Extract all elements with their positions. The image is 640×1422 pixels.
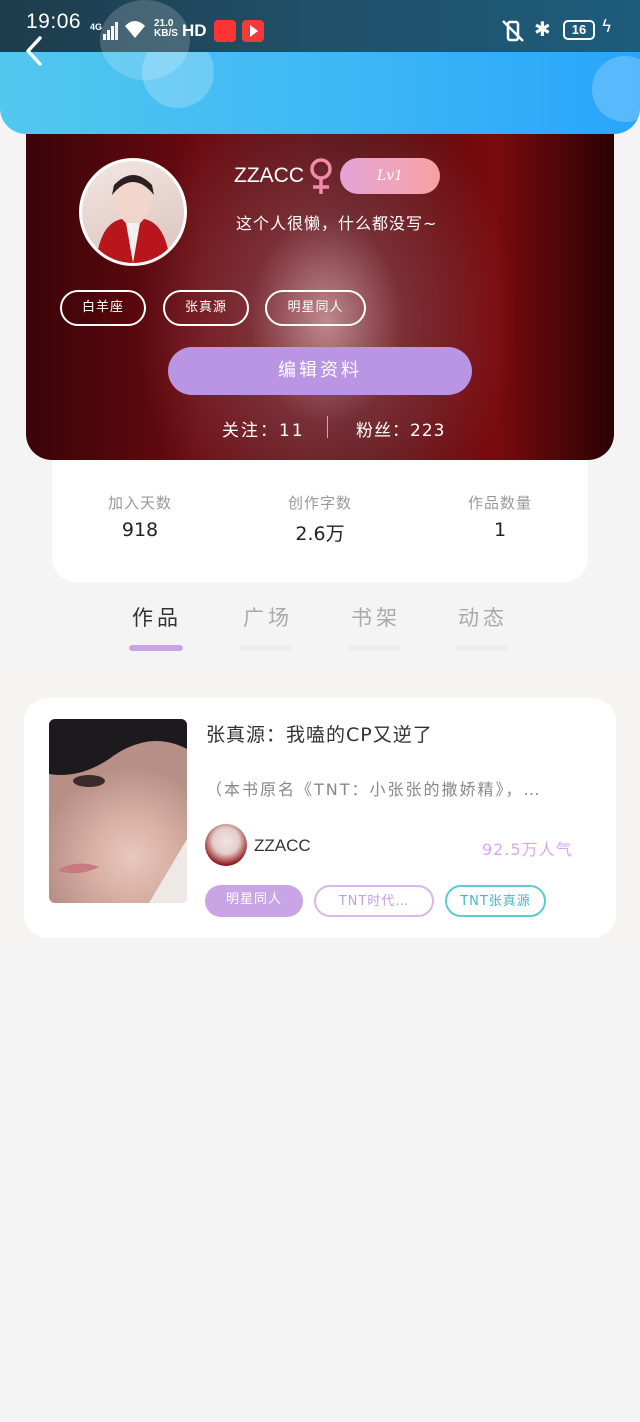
stat-value: 2.6万 xyxy=(295,523,345,545)
stat-join-days: 加入天数 918 xyxy=(60,492,220,541)
author-name: ZZACC xyxy=(254,836,311,855)
decorative-bubble xyxy=(100,0,190,80)
divider xyxy=(327,416,328,438)
app-notification-icon xyxy=(214,20,236,42)
work-tag[interactable]: TNT时代… xyxy=(314,885,434,917)
work-title[interactable]: 张真源：我嗑的CP又逆了 xyxy=(206,720,433,747)
stats-card: 加入天数 918 创作字数 2.6万 作品数量 1 xyxy=(52,440,588,582)
username: ZZACC xyxy=(234,164,304,187)
vibrate-off-icon xyxy=(502,20,524,42)
avatar[interactable] xyxy=(79,158,187,266)
status-bar: 19:06 4G 21.0 KB/S HD ✱ 16 ϟ xyxy=(0,0,640,52)
user-bio: 这个人很懒，什么都没写~ xyxy=(236,214,438,233)
video-app-icon xyxy=(242,20,264,42)
work-description: （本书原名《TNT：小张张的撒娇精》，… xyxy=(206,780,542,799)
tab-works[interactable]: 作品 xyxy=(122,602,192,632)
active-tab-indicator xyxy=(129,645,183,651)
work-tag[interactable]: TNT张真源 xyxy=(445,885,546,917)
stat-label: 加入天数 xyxy=(107,494,172,512)
stat-value: 1 xyxy=(493,519,507,541)
tab-indicator xyxy=(456,645,510,651)
profile-tag[interactable]: 张真源 xyxy=(163,290,249,326)
tab-indicator xyxy=(348,645,402,651)
popularity: 92.5万人气 xyxy=(482,840,573,859)
tab-activity[interactable]: 动态 xyxy=(448,602,518,632)
stat-works-count: 作品数量 1 xyxy=(420,492,580,541)
stat-label: 创作字数 xyxy=(287,494,352,512)
battery-icon: 16 xyxy=(563,20,595,40)
status-time: 19:06 xyxy=(26,10,82,33)
follow-count[interactable]: 关注：11 xyxy=(222,416,305,441)
decorative-bubble xyxy=(592,56,640,122)
charging-icon: ϟ xyxy=(601,17,613,37)
stat-word-count: 创作字数 2.6万 xyxy=(240,492,400,546)
header-bar xyxy=(0,48,640,134)
tab-bookshelf[interactable]: 书架 xyxy=(341,602,411,632)
stat-label: 作品数量 xyxy=(467,494,532,512)
profile-tag[interactable]: 明星同人 xyxy=(265,290,366,326)
level-badge: Lv1 xyxy=(340,158,440,194)
fans-count[interactable]: 粉丝：223 xyxy=(356,416,445,441)
female-icon xyxy=(310,158,332,194)
tab-indicator xyxy=(240,645,294,651)
back-button[interactable] xyxy=(18,34,52,68)
profile-banner: ZZACC Lv1 这个人很懒，什么都没写~ 白羊座 张真源 明星同人 编辑资料… xyxy=(26,130,614,460)
stat-value: 918 xyxy=(121,519,159,541)
author-avatar xyxy=(205,824,247,866)
cover-art xyxy=(49,719,187,903)
tab-square[interactable]: 广场 xyxy=(233,602,303,632)
profile-tag[interactable]: 白羊座 xyxy=(60,290,146,326)
bluetooth-icon: ✱ xyxy=(534,17,551,41)
work-cover-image[interactable] xyxy=(49,719,187,903)
avatar-image xyxy=(96,175,170,263)
work-tag[interactable]: 明星同人 xyxy=(205,885,303,917)
work-card[interactable]: 张真源：我嗑的CP又逆了 （本书原名《TNT：小张张的撒娇精》，… ZZACC … xyxy=(24,698,616,938)
edit-profile-button[interactable]: 编辑资料 xyxy=(168,347,472,395)
